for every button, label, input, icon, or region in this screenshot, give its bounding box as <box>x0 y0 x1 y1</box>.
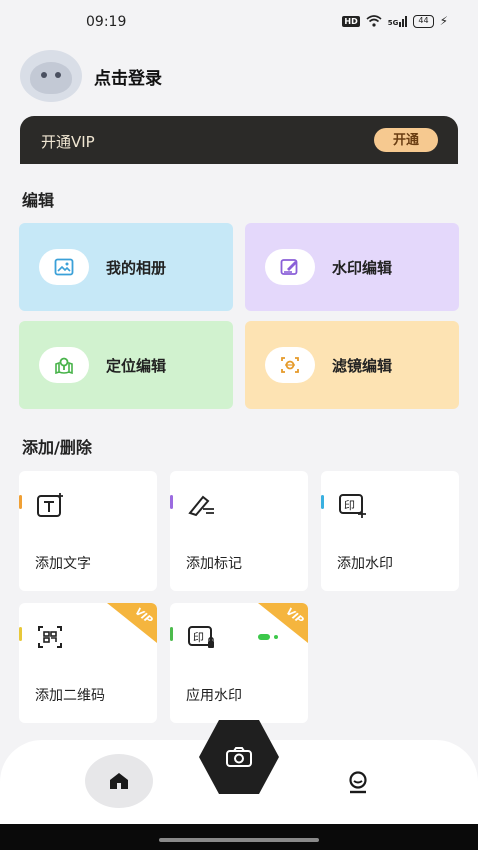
system-nav-strip <box>0 824 478 850</box>
login-label[interactable]: 点击登录 <box>94 64 162 89</box>
vip-title: 开通VIP <box>41 133 95 151</box>
vip-banner[interactable]: 开通VIP 开通 <box>20 116 458 164</box>
add-qr-code-label: 添加二维码 <box>35 688 105 704</box>
qr-code-icon <box>35 621 67 653</box>
apply-watermark-card[interactable]: 印 应用水印 VIP <box>170 603 308 723</box>
accent-bar <box>170 627 173 641</box>
watermark-edit-icon <box>265 249 315 285</box>
battery-icon: 44 <box>413 14 434 28</box>
section-title-add-delete: 添加/删除 <box>22 438 92 457</box>
watermark-edit-card[interactable]: 水印编辑 <box>245 223 459 311</box>
svg-text:印: 印 <box>193 631 204 644</box>
add-watermark-label: 添加水印 <box>337 556 393 572</box>
section-title-edit: 编辑 <box>22 191 55 210</box>
add-qr-code-card[interactable]: 添加二维码 VIP <box>19 603 157 723</box>
svg-text:印: 印 <box>344 499 355 512</box>
accent-bar <box>19 627 22 641</box>
filter-edit-icon <box>265 347 315 383</box>
nav-home-button[interactable] <box>85 754 153 808</box>
add-watermark-icon: 印 <box>337 489 369 521</box>
profile-row[interactable]: 点击登录 <box>20 50 162 102</box>
status-bar: 09:19 HD 5G 44 ⚡ <box>0 0 478 46</box>
accent-bar <box>170 495 173 509</box>
apply-watermark-label: 应用水印 <box>186 688 242 704</box>
hd-icon: HD <box>342 15 360 27</box>
battery-level: 44 <box>418 15 429 25</box>
add-text-icon <box>35 489 67 521</box>
location-edit-icon <box>39 347 89 383</box>
add-text-card[interactable]: 添加文字 <box>19 471 157 591</box>
add-mark-label: 添加标记 <box>186 556 242 572</box>
vip-badge: VIP <box>107 603 157 643</box>
profile-icon <box>349 771 367 794</box>
nav-profile-button[interactable] <box>336 760 380 804</box>
add-mark-card[interactable]: 添加标记 <box>170 471 308 591</box>
add-mark-icon <box>186 489 218 521</box>
location-edit-card[interactable]: 定位编辑 <box>19 321 233 409</box>
add-watermark-card[interactable]: 印 添加水印 <box>321 471 459 591</box>
home-icon <box>110 773 128 789</box>
photo-album-label: 我的相册 <box>106 258 167 277</box>
vip-badge: VIP <box>258 603 308 643</box>
status-icons: HD 5G 44 ⚡ <box>342 14 448 28</box>
apply-watermark-icon: 印 <box>186 621 218 653</box>
accent-bar <box>19 495 22 509</box>
filter-edit-label: 滤镜编辑 <box>332 356 393 375</box>
photo-album-card[interactable]: 我的相册 <box>19 223 233 311</box>
open-vip-button[interactable]: 开通 <box>374 128 438 152</box>
photo-album-icon <box>39 249 89 285</box>
home-indicator[interactable] <box>159 838 319 842</box>
filter-edit-card[interactable]: 滤镜编辑 <box>245 321 459 409</box>
network-label: 5G <box>387 18 399 27</box>
add-text-label: 添加文字 <box>35 556 91 572</box>
status-time: 09:19 <box>86 14 127 30</box>
wifi-icon <box>366 15 382 27</box>
location-edit-label: 定位编辑 <box>106 356 167 375</box>
signal-icon: 5G <box>387 15 408 27</box>
accent-bar <box>321 495 324 509</box>
avatar[interactable] <box>20 50 82 102</box>
camera-icon <box>226 747 252 767</box>
watermark-edit-label: 水印编辑 <box>332 258 393 277</box>
charging-icon: ⚡ <box>439 14 448 28</box>
